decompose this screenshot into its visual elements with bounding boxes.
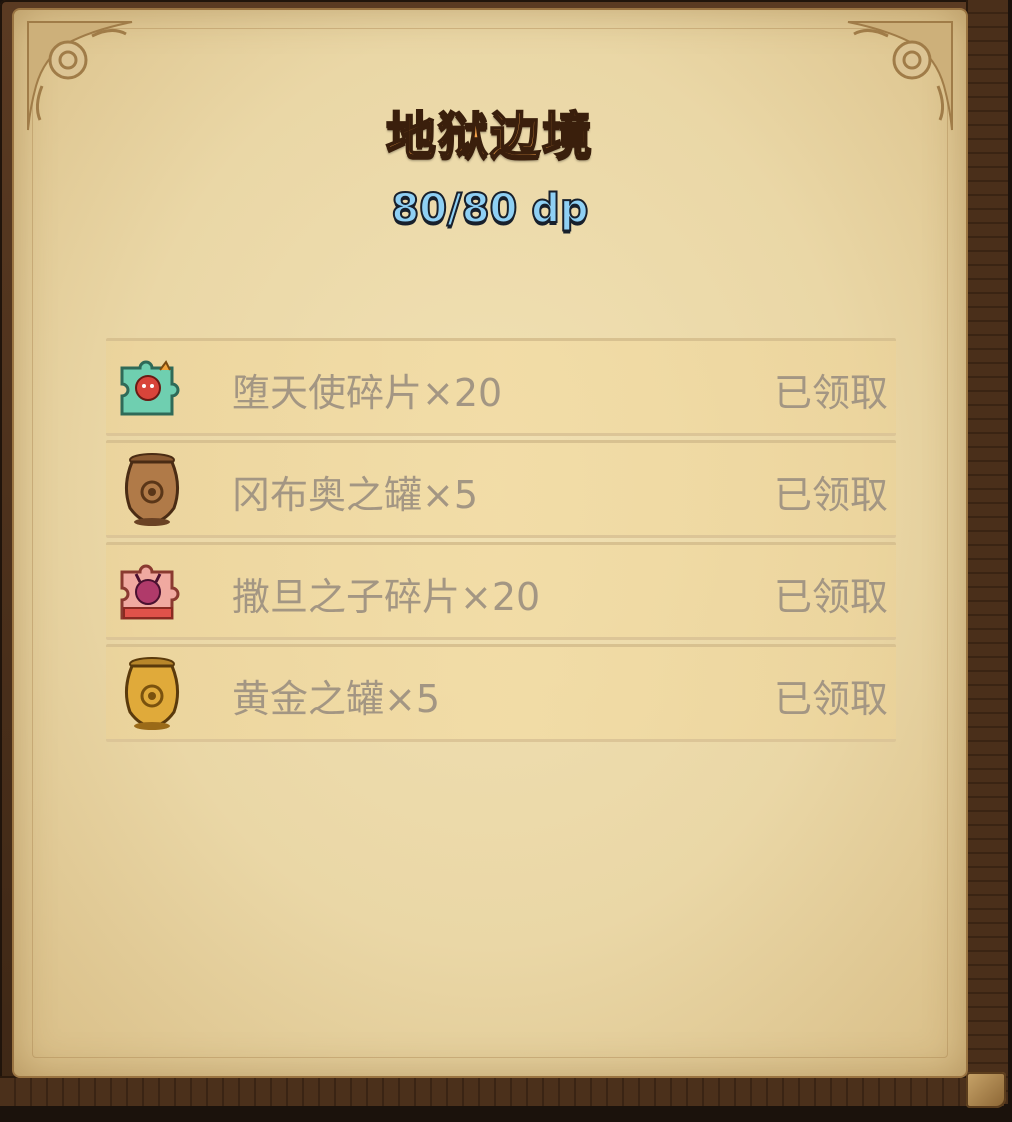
corner-clip-icon	[966, 1072, 1006, 1108]
satan-son-fragment-icon	[120, 564, 180, 620]
claimed-status: 已领取	[773, 677, 888, 721]
bronze-jar-icon	[125, 453, 179, 526]
reward-row: 撒旦之子碎片×20 已领取	[100, 536, 900, 640]
reward-name: 撒旦之子碎片×20	[232, 575, 541, 619]
reward-name: 冈布奥之罐×5	[232, 473, 479, 517]
golden-jar-icon	[125, 657, 179, 730]
reward-name: 黄金之罐×5	[232, 677, 441, 721]
claimed-status: 已领取	[773, 371, 888, 415]
reward-row: 冈布奥之罐×5 已领取	[100, 434, 900, 538]
book-bottom-edge	[0, 1076, 1004, 1106]
claimed-status: 已领取	[773, 575, 888, 619]
panel-title: 地狱边境	[385, 106, 594, 166]
parchment-panel: 地狱边境 80/80 dp 堕天使碎片×20 已领取 冈布奥之罐×5 已领取 撒…	[12, 8, 968, 1078]
reward-list: 堕天使碎片×20 已领取 冈布奥之罐×5 已领取 撒旦之子碎片×20 已领取 黄…	[100, 332, 900, 742]
points-counter: 80/80 dp	[390, 185, 589, 233]
book-spine	[966, 0, 1008, 1104]
reward-row: 堕天使碎片×20 已领取	[100, 332, 900, 436]
fallen-angel-fragment-icon	[120, 360, 180, 416]
reward-name: 堕天使碎片×20	[232, 371, 503, 415]
claimed-status: 已领取	[773, 473, 888, 517]
reward-row: 黄金之罐×5 已领取	[100, 638, 900, 742]
